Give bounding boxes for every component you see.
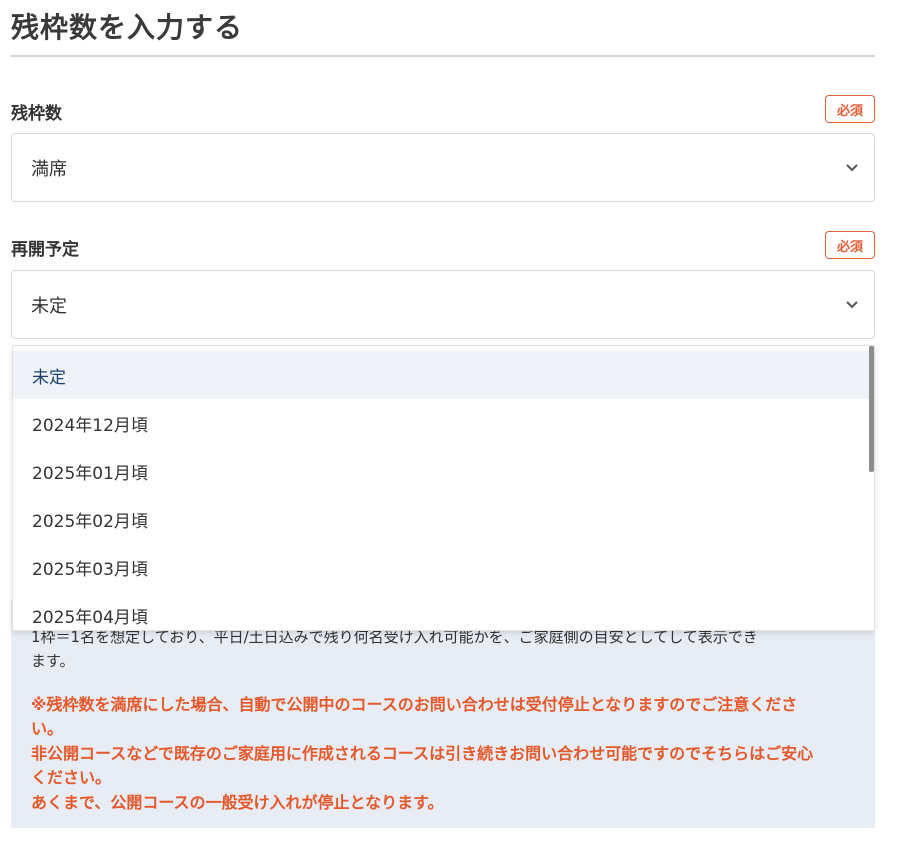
chevron-down-icon bbox=[846, 301, 858, 309]
page-title: 残枠数を入力する bbox=[11, 11, 244, 44]
dropdown-option[interactable]: 2025年03月頃 bbox=[13, 543, 869, 591]
info-text: ます。 bbox=[31, 652, 75, 670]
dropdown-option[interactable]: 2025年02月頃 bbox=[13, 495, 869, 543]
required-badge: 必須 bbox=[825, 231, 875, 259]
remaining-slots-select[interactable]: 満席 bbox=[11, 133, 875, 202]
field-label-remaining-slots: 残枠数 bbox=[11, 104, 62, 124]
field-label-reopen-schedule: 再開予定 bbox=[11, 240, 79, 260]
dropdown-scrollbar[interactable] bbox=[869, 346, 874, 472]
dropdown-option[interactable]: 2025年01月頃 bbox=[13, 447, 869, 495]
required-badge: 必須 bbox=[825, 95, 875, 123]
select-value: 未定 bbox=[31, 295, 67, 317]
dropdown-option[interactable]: 未定 bbox=[13, 351, 869, 399]
info-panel: 1枠＝1名を想定しており、平日/土日込みで残り何名受け入れ可能かを、ご家庭側の目… bbox=[11, 600, 875, 828]
title-divider bbox=[11, 55, 875, 57]
reopen-schedule-select[interactable]: 未定 bbox=[11, 270, 875, 339]
select-value: 満席 bbox=[31, 158, 67, 180]
warning-text: ※残枠数を満席にした場合、自動で公開中のコースのお問い合わせは受付停止となります… bbox=[31, 695, 798, 714]
dropdown-option[interactable]: 2025年04月頃 bbox=[13, 591, 869, 630]
warning-text: ください。 bbox=[31, 768, 112, 787]
warning-text: あくまで、公開コースの一般受け入れが停止となります。 bbox=[31, 793, 444, 812]
warning-text: 非公開コースなどで既存のご家庭用に作成されるコースは引き続きお問い合わせ可能です… bbox=[31, 744, 814, 763]
chevron-down-icon bbox=[846, 164, 858, 172]
dropdown-option[interactable]: 2024年12月頃 bbox=[13, 399, 869, 447]
reopen-schedule-dropdown[interactable]: 未定 2024年12月頃 2025年01月頃 2025年02月頃 2025年03… bbox=[12, 345, 875, 631]
warning-text: い。 bbox=[31, 719, 64, 738]
